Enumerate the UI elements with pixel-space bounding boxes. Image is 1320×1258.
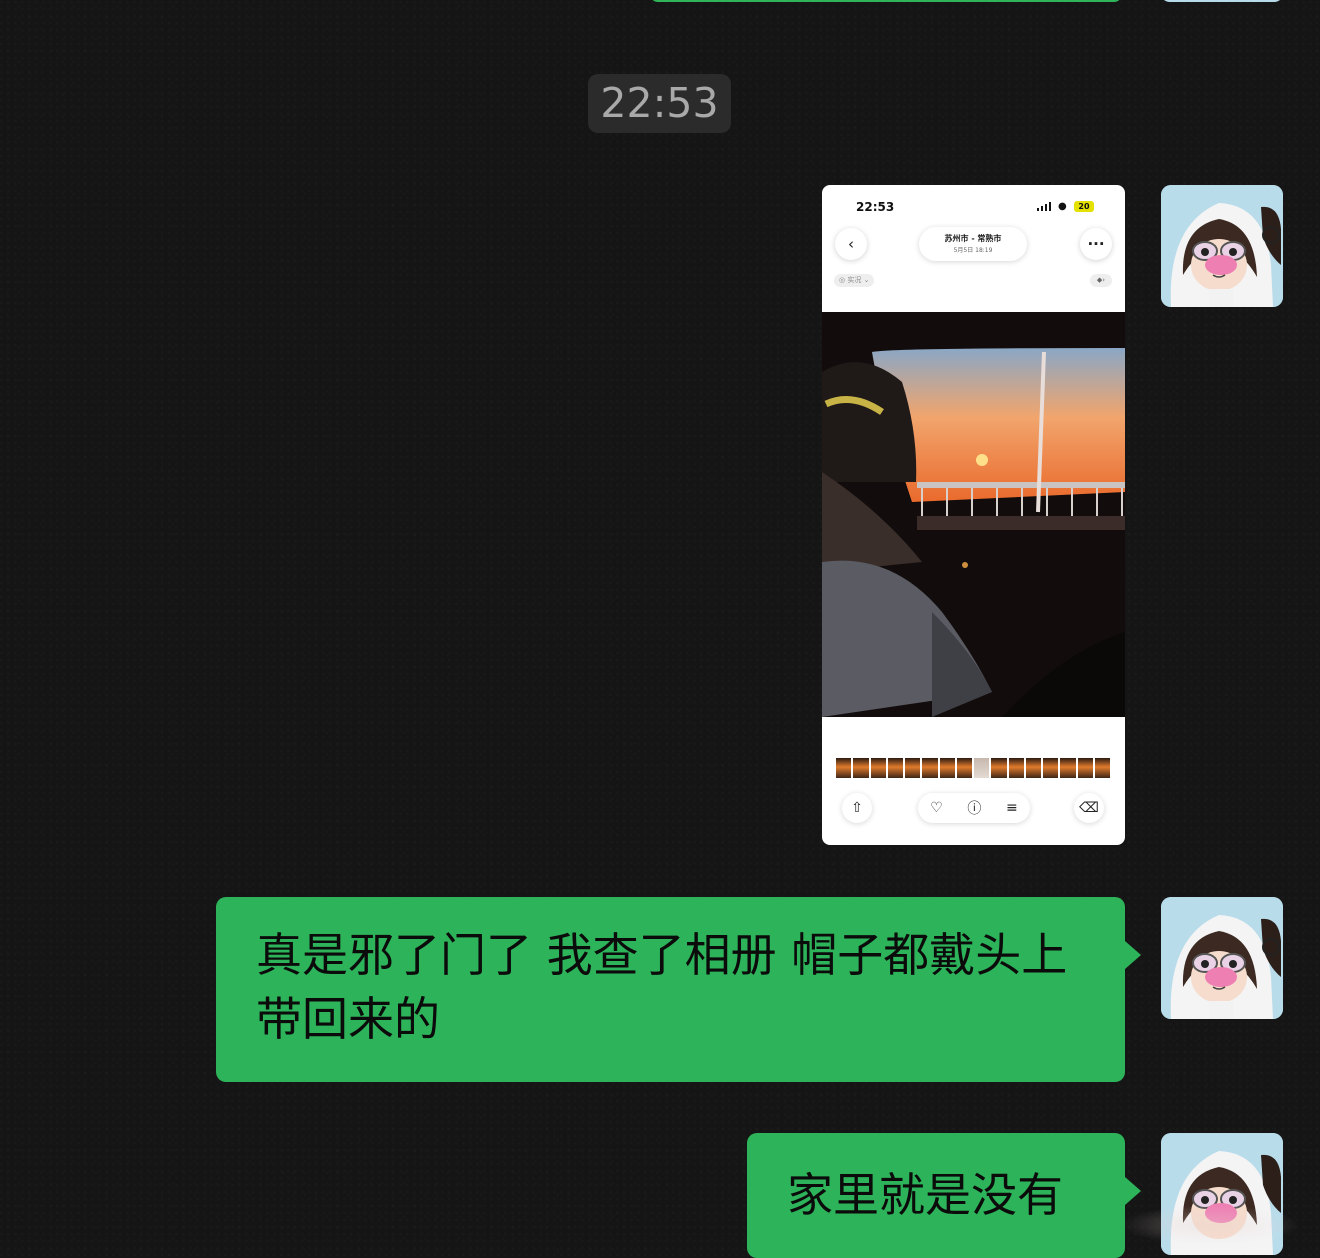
previous-message-bubble [650, 0, 1122, 2]
live-label: 实况 [847, 276, 862, 284]
more-dots-icon: ··· [1080, 228, 1112, 260]
photo-date: 5月5日 18:19 [953, 247, 993, 254]
cartoon-avatar-icon [1161, 185, 1283, 307]
photo-actions: ♡ ⓘ ≡ [918, 793, 1030, 823]
stack-icon: ◆› [1090, 274, 1112, 287]
avatar[interactable] [1161, 897, 1283, 1019]
live-photo-chip: ◎ 实况 ⌄ [834, 274, 875, 287]
watermark-blur [1120, 1205, 1300, 1245]
message-bubble[interactable]: 真是邪了门了 我查了相册 帽子都戴头上带回来的 [216, 897, 1141, 1082]
image-message[interactable]: 22:53 ● 20 ‹ 苏州市 - 常熟市 5月5日 18:19 ··· ◎ … [822, 185, 1125, 845]
info-icon: ⓘ [967, 801, 982, 817]
back-chevron-icon: ‹ [835, 228, 867, 260]
photo-title: 苏州市 - 常熟市 5月5日 18:19 [919, 227, 1027, 261]
share-icon: ⇧ [842, 793, 872, 823]
status-time: 22:53 [856, 200, 895, 214]
thumbnail-strip [836, 758, 1110, 778]
photo-content [822, 312, 1125, 717]
message-text: 家里就是没有 [787, 1168, 1063, 1222]
adjust-icon: ≡ [1005, 800, 1018, 816]
cartoon-avatar-icon [1161, 897, 1283, 1019]
battery-icon: 20 [1074, 201, 1094, 212]
message-text: 真是邪了门了 我查了相册 帽子都戴头上带回来的 [256, 928, 1068, 1046]
chat-timestamp: 22:53 [588, 74, 731, 133]
signal-icon [1037, 202, 1051, 211]
wifi-icon: ● [1058, 201, 1067, 212]
sunset-car-photo [822, 312, 1125, 717]
avatar[interactable] [1161, 185, 1283, 307]
photo-location: 苏州市 - 常熟市 [944, 234, 1002, 243]
previous-avatar [1160, 0, 1284, 2]
message-bubble[interactable]: 家里就是没有 [747, 1133, 1141, 1258]
trash-icon: ⌫ [1074, 793, 1104, 823]
heart-icon: ♡ [930, 800, 943, 816]
